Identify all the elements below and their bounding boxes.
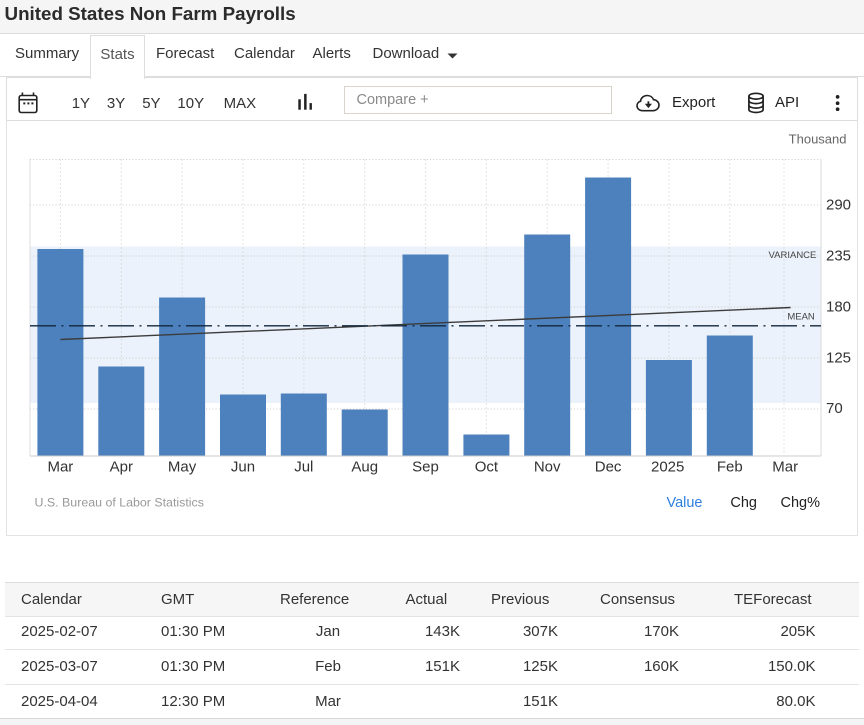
svg-text:Nov: Nov bbox=[534, 458, 561, 475]
svg-text:Apr: Apr bbox=[110, 458, 133, 475]
svg-text:Value: Value bbox=[666, 495, 702, 511]
svg-text:235: 235 bbox=[826, 248, 851, 265]
svg-text:Mar: Mar bbox=[772, 458, 798, 475]
svg-text:290: 290 bbox=[826, 197, 851, 214]
svg-text:Jun: Jun bbox=[231, 458, 255, 475]
svg-text:Feb: Feb bbox=[717, 458, 743, 475]
svg-text:Jul: Jul bbox=[294, 458, 313, 475]
svg-text:Chg: Chg bbox=[730, 495, 757, 511]
svg-text:Dec: Dec bbox=[595, 458, 622, 475]
svg-text:Aug: Aug bbox=[351, 458, 378, 475]
svg-text:Oct: Oct bbox=[475, 458, 499, 475]
svg-text:70: 70 bbox=[826, 400, 843, 417]
svg-text:MEAN: MEAN bbox=[787, 311, 815, 322]
svg-text:Thousand: Thousand bbox=[789, 132, 847, 147]
svg-text:Chg%: Chg% bbox=[781, 495, 821, 511]
svg-text:125: 125 bbox=[826, 349, 851, 366]
svg-text:VARIANCE: VARIANCE bbox=[769, 250, 817, 261]
svg-text:2025: 2025 bbox=[651, 458, 684, 475]
svg-text:U.S. Bureau of Labor Statistic: U.S. Bureau of Labor Statistics bbox=[35, 495, 204, 509]
svg-text:180: 180 bbox=[826, 298, 851, 315]
svg-text:Mar: Mar bbox=[47, 458, 73, 475]
svg-text:Sep: Sep bbox=[412, 458, 439, 475]
svg-text:May: May bbox=[168, 458, 197, 475]
